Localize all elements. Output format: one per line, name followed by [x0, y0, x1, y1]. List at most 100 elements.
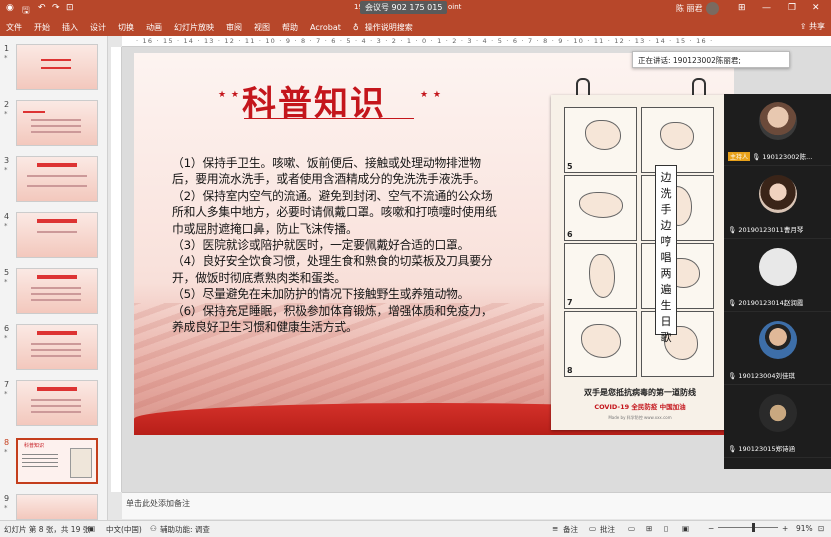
- comments-button[interactable]: 批注: [600, 524, 615, 535]
- thumb-number: 5: [4, 268, 10, 277]
- tab-design[interactable]: 设计: [90, 22, 106, 33]
- participant-avatar: [759, 175, 797, 213]
- save-icon[interactable]: 🖫: [22, 3, 30, 19]
- redo-icon[interactable]: ↷: [52, 3, 60, 13]
- title-star-right: ★ ★: [420, 90, 442, 100]
- lightbulb-icon: ♁: [352, 22, 359, 32]
- normal-view-icon[interactable]: ▭: [628, 524, 635, 533]
- tab-home[interactable]: 开始: [34, 22, 50, 33]
- language-indicator[interactable]: 中文(中国): [106, 524, 142, 535]
- slide-counter: 幻灯片 第 8 张，共 19 张: [4, 525, 91, 534]
- notes-pane[interactable]: 单击此处添加备注: [122, 492, 831, 519]
- participant-tile[interactable]: 🎙 20190123011曹月琴: [724, 167, 831, 239]
- zoom-slider-track[interactable]: [718, 527, 778, 528]
- video-participants-panel: 主持人 🎙 190123002陈... 🎙 20190123011曹月琴 🎙 20…: [724, 94, 831, 469]
- tab-acrobat[interactable]: Acrobat: [310, 23, 341, 32]
- zoom-in-icon[interactable]: +: [782, 524, 788, 533]
- poster-step: 6: [564, 175, 637, 241]
- thumb-number: 1: [4, 44, 10, 53]
- thumb-number: 4: [4, 212, 10, 221]
- tell-me-search[interactable]: 操作说明搜索: [365, 22, 413, 33]
- participant-name: 🎙 20190123011曹月琴: [728, 226, 804, 234]
- paragraph: （3）医院就诊或陪护就医时，一定要佩戴好合适的口罩。: [172, 238, 470, 253]
- slide-thumbnail-3[interactable]: [16, 156, 98, 202]
- handwashing-poster[interactable]: 5 6 7 8 双手是您抵抗病毒的第一道防线 COVID-19 全民防疫 中国加…: [551, 95, 729, 430]
- undo-icon[interactable]: ↶: [38, 3, 46, 13]
- participant-tile[interactable]: 主持人 🎙 190123002陈...: [724, 94, 831, 166]
- slide-thumbnail-7[interactable]: [16, 380, 98, 426]
- fit-slide-icon[interactable]: ⊡: [818, 524, 824, 533]
- participant-name: 🎙 20190123014赵润霞: [728, 299, 804, 307]
- present-icon[interactable]: ⊡: [66, 3, 74, 13]
- mic-icon: 🎙: [752, 153, 763, 161]
- tab-review[interactable]: 审阅: [226, 22, 242, 33]
- poster-step: [641, 311, 714, 377]
- participant-avatar: [759, 102, 797, 140]
- participant-tile[interactable]: 🎙 190123004刘佳琪: [724, 313, 831, 385]
- paragraph: （4）良好安全饮食习惯，处理生食和熟食的切菜板及刀具要分开，做饭时彻底煮熟肉类和…: [172, 254, 493, 285]
- tab-view[interactable]: 视图: [254, 22, 270, 33]
- meeting-id-badge: 会议号 902 175 015: [360, 1, 448, 14]
- tab-transitions[interactable]: 切换: [118, 22, 134, 33]
- slide-thumbnail-8[interactable]: 科普知识: [16, 438, 98, 484]
- restore-icon[interactable]: ❐: [788, 3, 796, 13]
- tab-file[interactable]: 文件: [6, 22, 22, 33]
- slide-thumbnail-2[interactable]: [16, 100, 98, 146]
- poster-subtitle: COVID-19 全民防疫 中国加油: [594, 403, 686, 411]
- autosave-icon[interactable]: ◉: [6, 3, 14, 13]
- thumb-label: 科普知识: [24, 443, 45, 449]
- slide-thumbnail-1[interactable]: [16, 44, 98, 90]
- close-icon[interactable]: ✕: [812, 3, 820, 13]
- tab-slideshow[interactable]: 幻灯片放映: [174, 22, 214, 33]
- user-name[interactable]: 陈 丽君: [676, 3, 703, 14]
- thumb-star: *: [4, 448, 8, 456]
- thumb-star: *: [4, 390, 8, 398]
- poster-step: [641, 175, 714, 241]
- slide-thumbnail-4[interactable]: [16, 212, 98, 258]
- accessibility-status[interactable]: 辅助功能: 调查: [160, 524, 210, 535]
- poster-step-grid: 5 6 7 8: [564, 107, 714, 377]
- vertical-ruler: [111, 47, 122, 492]
- horizontal-ruler: · 16 · 15 · 14 · 13 · 12 · 11 · 10 · 9 ·…: [122, 36, 831, 47]
- tab-animations[interactable]: 动画: [146, 22, 162, 33]
- slide-body-text[interactable]: （1）保持手卫生。咳嗽、饭前便后、接触或处理动物排泄物后，要用流水洗手，或者使用…: [172, 155, 500, 335]
- paragraph: （1）保持手卫生。咳嗽、饭前便后、接触或处理动物排泄物后，要用流水洗手，或者使用…: [172, 156, 486, 187]
- mic-muted-icon: 🎙: [728, 445, 739, 453]
- paragraph: （5）尽量避免在未加防护的情况下接触野生或养殖动物。: [172, 287, 470, 302]
- slide-thumbnail-9[interactable]: [16, 494, 98, 520]
- slide-thumbnail-6[interactable]: [16, 324, 98, 370]
- participant-tile[interactable]: 🎙 190123015郑诗涵: [724, 386, 831, 458]
- thumb-star: *: [4, 110, 8, 118]
- share-label: 共享: [809, 22, 825, 31]
- mic-muted-icon: 🎙: [728, 299, 739, 307]
- notes-button[interactable]: 备注: [563, 524, 578, 535]
- speaking-text: 正在讲话: 190123002陈丽君;: [638, 56, 741, 65]
- poster-vertical-banner: 边洗手边哼唱两遍生日歌: [655, 165, 677, 344]
- user-avatar[interactable]: [706, 2, 719, 15]
- tab-insert[interactable]: 插入: [62, 22, 78, 33]
- notes-icon: ≡: [552, 524, 559, 533]
- spellcheck-icon[interactable]: ▣: [88, 524, 95, 533]
- comments-icon: ▭: [589, 524, 597, 533]
- paragraph: （2）保持室内空气的流通。避免到封闭、空气不流通的公众场所和人多集中地方，必要时…: [172, 188, 497, 236]
- zoom-slider-thumb[interactable]: [752, 523, 755, 532]
- poster-step: [641, 107, 714, 173]
- thumb-number: 3: [4, 156, 10, 165]
- slideshow-icon[interactable]: ▣: [682, 524, 689, 533]
- slide-sorter-icon[interactable]: ⊞: [646, 524, 652, 533]
- tab-help[interactable]: 帮助: [282, 22, 298, 33]
- participant-tile[interactable]: 🎙 20190123014赵润霞: [724, 240, 831, 312]
- ribbon-options-icon[interactable]: ⊞: [738, 3, 746, 13]
- notes-placeholder: 单击此处添加备注: [126, 499, 190, 508]
- slide-thumbnail-5[interactable]: [16, 268, 98, 314]
- zoom-out-icon[interactable]: −: [708, 524, 714, 533]
- step-number: 5: [567, 162, 573, 171]
- thumb-number: 9: [4, 494, 10, 503]
- accessibility-icon: ⚇: [150, 524, 157, 533]
- paragraph: （6）保持充足睡眠，积极参加体育锻炼，增强体质和免疫力，养成良好卫生习惯和健康生…: [172, 303, 493, 335]
- zoom-level[interactable]: 91%: [796, 524, 813, 533]
- share-button[interactable]: ⇪ 共享: [800, 21, 825, 32]
- reading-view-icon[interactable]: ▯: [664, 524, 668, 533]
- minimize-icon[interactable]: —: [762, 3, 771, 13]
- thumb-number: 2: [4, 100, 10, 109]
